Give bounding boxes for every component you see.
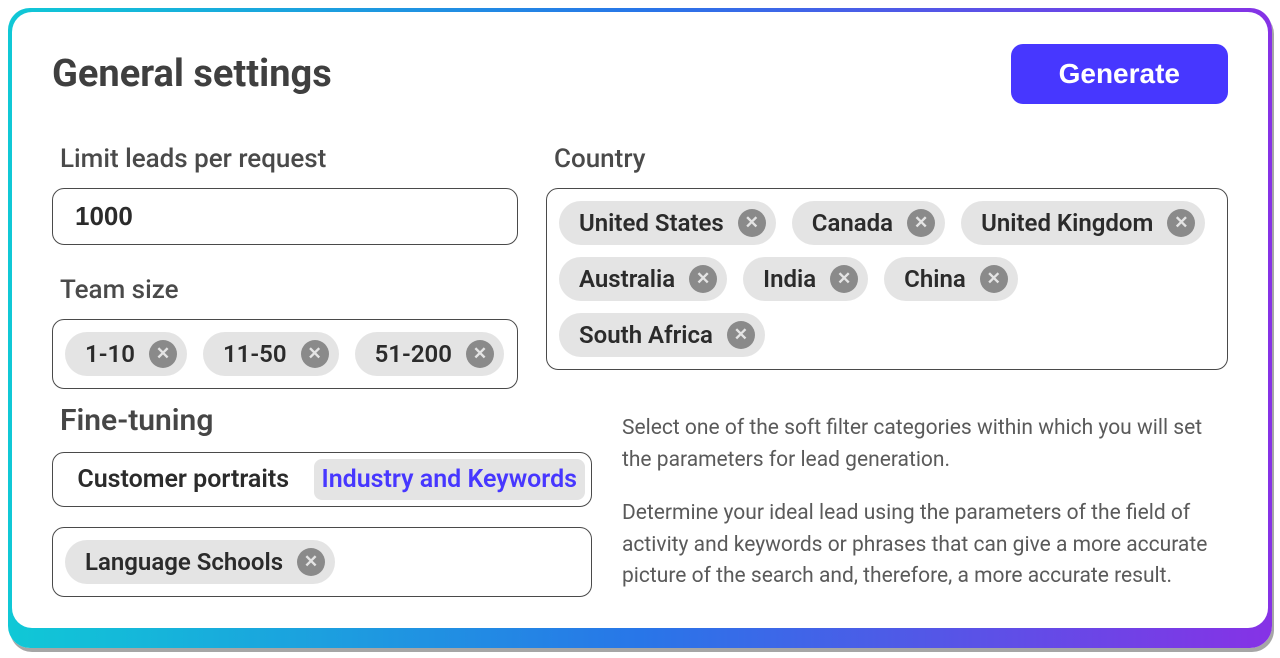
left-column: Limit leads per request Team size 1-10 ✕…: [52, 144, 518, 389]
limit-label: Limit leads per request: [60, 144, 518, 174]
generate-button[interactable]: Generate: [1011, 44, 1228, 104]
tag-label: United Kingdom: [981, 209, 1153, 237]
country-tag: India ✕: [743, 257, 868, 301]
tag-label: 11-50: [223, 340, 287, 368]
page-title: General settings: [52, 52, 332, 96]
tag-label: 51-200: [375, 340, 452, 368]
tag-label: India: [763, 265, 816, 293]
tag-label: Canada: [812, 209, 893, 237]
tag-label: South Africa: [579, 321, 713, 349]
help-paragraph-2: Determine your ideal lead using the para…: [622, 498, 1228, 593]
team-size-tag: 51-200 ✕: [355, 332, 504, 376]
team-size-box[interactable]: 1-10 ✕ 11-50 ✕ 51-200 ✕: [52, 319, 518, 389]
limit-input[interactable]: [52, 188, 518, 245]
country-box[interactable]: United States ✕ Canada ✕ United Kingdom …: [546, 188, 1228, 370]
team-size-tag: 1-10 ✕: [65, 332, 187, 376]
keywords-box[interactable]: Language Schools ✕: [52, 527, 592, 597]
team-size-label: Team size: [60, 275, 518, 305]
gradient-frame: General settings Generate Limit leads pe…: [8, 8, 1272, 648]
country-tag: United Kingdom ✕: [961, 201, 1205, 245]
remove-tag-icon[interactable]: ✕: [301, 340, 329, 368]
country-tag: South Africa ✕: [559, 313, 765, 357]
tag-label: United States: [579, 209, 724, 237]
panel-header: General settings Generate: [52, 44, 1228, 104]
keyword-tag: Language Schools ✕: [65, 540, 335, 584]
tab-customer-portraits[interactable]: Customer portraits: [59, 459, 308, 500]
remove-tag-icon[interactable]: ✕: [689, 265, 717, 293]
fine-tuning-title: Fine-tuning: [60, 403, 592, 438]
fine-tabs: Customer portraits Industry and Keywords: [52, 452, 592, 507]
country-tag: Australia ✕: [559, 257, 727, 301]
help-paragraph-1: Select one of the soft filter categories…: [622, 413, 1228, 476]
tag-label: Language Schools: [85, 548, 283, 576]
tag-label: Australia: [579, 265, 675, 293]
fine-tuning-row: Fine-tuning Customer portraits Industry …: [52, 403, 1228, 615]
remove-tag-icon[interactable]: ✕: [907, 209, 935, 237]
fine-help-text: Select one of the soft filter categories…: [622, 403, 1228, 615]
fine-left: Fine-tuning Customer portraits Industry …: [52, 403, 592, 615]
remove-tag-icon[interactable]: ✕: [1167, 209, 1195, 237]
country-label: Country: [554, 144, 1228, 174]
tag-label: 1-10: [85, 340, 135, 368]
settings-columns: Limit leads per request Team size 1-10 ✕…: [52, 144, 1228, 389]
remove-tag-icon[interactable]: ✕: [738, 209, 766, 237]
remove-tag-icon[interactable]: ✕: [297, 548, 325, 576]
remove-tag-icon[interactable]: ✕: [727, 321, 755, 349]
remove-tag-icon[interactable]: ✕: [466, 340, 494, 368]
right-column: Country United States ✕ Canada ✕ United …: [546, 144, 1228, 389]
settings-panel: General settings Generate Limit leads pe…: [12, 12, 1268, 628]
tab-industry-keywords[interactable]: Industry and Keywords: [314, 459, 586, 500]
country-tag: China ✕: [884, 257, 1018, 301]
remove-tag-icon[interactable]: ✕: [149, 340, 177, 368]
country-tag: Canada ✕: [792, 201, 945, 245]
remove-tag-icon[interactable]: ✕: [980, 265, 1008, 293]
tag-label: China: [904, 265, 966, 293]
remove-tag-icon[interactable]: ✕: [830, 265, 858, 293]
country-tag: United States ✕: [559, 201, 776, 245]
team-size-tag: 11-50 ✕: [203, 332, 339, 376]
